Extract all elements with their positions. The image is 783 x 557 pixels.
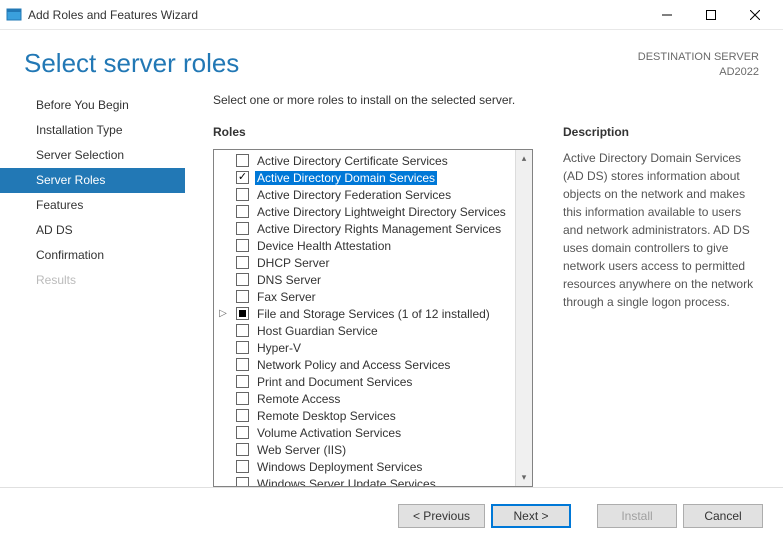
- role-row[interactable]: Remote Access: [216, 390, 515, 407]
- role-label: Volume Activation Services: [255, 426, 403, 440]
- role-row[interactable]: Volume Activation Services: [216, 424, 515, 441]
- role-checkbox[interactable]: [236, 324, 249, 337]
- role-row[interactable]: Web Server (IIS): [216, 441, 515, 458]
- scroll-up-icon[interactable]: ▴: [516, 150, 532, 167]
- role-label: Print and Document Services: [255, 375, 414, 389]
- role-label: Active Directory Certificate Services: [255, 154, 450, 168]
- role-row[interactable]: Active Directory Certificate Services: [216, 152, 515, 169]
- role-checkbox[interactable]: [236, 188, 249, 201]
- destination-server-block: DESTINATION SERVER AD2022: [638, 50, 759, 79]
- expand-icon[interactable]: ▷: [216, 308, 230, 319]
- role-label: Hyper-V: [255, 341, 303, 355]
- role-label: Remote Access: [255, 392, 342, 406]
- role-checkbox[interactable]: [236, 239, 249, 252]
- header: Select server roles DESTINATION SERVER A…: [0, 30, 783, 87]
- role-checkbox[interactable]: [236, 443, 249, 456]
- minimize-button[interactable]: [645, 0, 689, 30]
- role-row[interactable]: ▷ File and Storage Services (1 of 12 inst…: [216, 305, 515, 322]
- role-row[interactable]: DNS Server: [216, 271, 515, 288]
- role-row[interactable]: Active Directory Lightweight Directory S…: [216, 203, 515, 220]
- role-label: Windows Deployment Services: [255, 460, 424, 474]
- sidebar-item-features[interactable]: Features: [0, 193, 185, 218]
- role-checkbox[interactable]: [236, 290, 249, 303]
- role-row[interactable]: Remote Desktop Services: [216, 407, 515, 424]
- sidebar-item-confirmation[interactable]: Confirmation: [0, 243, 185, 268]
- wizard-sidebar: Before You BeginInstallation TypeServer …: [0, 87, 185, 487]
- role-row[interactable]: Windows Server Update Services: [216, 475, 515, 486]
- role-checkbox[interactable]: [236, 154, 249, 167]
- destination-label: DESTINATION SERVER: [638, 50, 759, 64]
- role-checkbox[interactable]: [236, 171, 249, 184]
- role-checkbox[interactable]: [236, 460, 249, 473]
- role-label: Network Policy and Access Services: [255, 358, 452, 372]
- description-text: Active Directory Domain Services (AD DS)…: [563, 149, 763, 311]
- role-row[interactable]: Active Directory Domain Services: [216, 169, 515, 186]
- role-label: Active Directory Domain Services: [255, 171, 437, 185]
- role-row[interactable]: Active Directory Rights Management Servi…: [216, 220, 515, 237]
- install-button[interactable]: Install: [597, 504, 677, 528]
- role-checkbox[interactable]: [236, 426, 249, 439]
- cancel-button[interactable]: Cancel: [683, 504, 763, 528]
- role-checkbox[interactable]: [236, 341, 249, 354]
- role-row[interactable]: DHCP Server: [216, 254, 515, 271]
- role-checkbox[interactable]: [236, 375, 249, 388]
- role-row[interactable]: Device Health Attestation: [216, 237, 515, 254]
- role-row[interactable]: Network Policy and Access Services: [216, 356, 515, 373]
- role-label: Host Guardian Service: [255, 324, 380, 338]
- role-label: Web Server (IIS): [255, 443, 348, 457]
- roles-label: Roles: [213, 125, 533, 139]
- roles-list[interactable]: Active Directory Certificate Services Act…: [214, 150, 515, 486]
- role-label: Device Health Attestation: [255, 239, 393, 253]
- role-row[interactable]: Fax Server: [216, 288, 515, 305]
- sidebar-item-installation-type[interactable]: Installation Type: [0, 118, 185, 143]
- role-label: Active Directory Lightweight Directory S…: [255, 205, 508, 219]
- sidebar-item-results: Results: [0, 268, 185, 293]
- role-label: DNS Server: [255, 273, 323, 287]
- scroll-down-icon[interactable]: ▾: [516, 469, 532, 486]
- maximize-button[interactable]: [689, 0, 733, 30]
- role-label: DHCP Server: [255, 256, 331, 270]
- titlebar: Add Roles and Features Wizard: [0, 0, 783, 30]
- roles-listbox: Active Directory Certificate Services Act…: [213, 149, 533, 487]
- role-label: Active Directory Rights Management Servi…: [255, 222, 503, 236]
- sidebar-item-before-you-begin[interactable]: Before You Begin: [0, 93, 185, 118]
- role-row[interactable]: Active Directory Federation Services: [216, 186, 515, 203]
- role-checkbox[interactable]: [236, 273, 249, 286]
- role-label: File and Storage Services (1 of 12 insta…: [255, 307, 492, 321]
- role-row[interactable]: Windows Deployment Services: [216, 458, 515, 475]
- sidebar-item-server-selection[interactable]: Server Selection: [0, 143, 185, 168]
- role-row[interactable]: Hyper-V: [216, 339, 515, 356]
- destination-value: AD2022: [638, 65, 759, 79]
- role-label: Active Directory Federation Services: [255, 188, 453, 202]
- description-label: Description: [563, 125, 763, 139]
- role-label: Windows Server Update Services: [255, 477, 438, 487]
- sidebar-item-ad-ds[interactable]: AD DS: [0, 218, 185, 243]
- role-row[interactable]: Print and Document Services: [216, 373, 515, 390]
- role-checkbox[interactable]: [236, 307, 249, 320]
- role-checkbox[interactable]: [236, 256, 249, 269]
- role-checkbox[interactable]: [236, 205, 249, 218]
- page-title: Select server roles: [24, 48, 239, 79]
- window-title: Add Roles and Features Wizard: [28, 8, 645, 22]
- next-button[interactable]: Next >: [491, 504, 571, 528]
- role-label: Fax Server: [255, 290, 318, 304]
- instruction-text: Select one or more roles to install on t…: [213, 93, 763, 107]
- role-checkbox[interactable]: [236, 477, 249, 486]
- scroll-thumb[interactable]: [516, 167, 532, 469]
- role-label: Remote Desktop Services: [255, 409, 398, 423]
- role-checkbox[interactable]: [236, 409, 249, 422]
- footer: < Previous Next > Install Cancel: [0, 487, 783, 543]
- previous-button[interactable]: < Previous: [398, 504, 485, 528]
- role-row[interactable]: Host Guardian Service: [216, 322, 515, 339]
- sidebar-item-server-roles[interactable]: Server Roles: [0, 168, 185, 193]
- role-checkbox[interactable]: [236, 358, 249, 371]
- scrollbar[interactable]: ▴ ▾: [515, 150, 532, 486]
- close-button[interactable]: [733, 0, 777, 30]
- role-checkbox[interactable]: [236, 392, 249, 405]
- role-checkbox[interactable]: [236, 222, 249, 235]
- app-icon: [6, 7, 22, 23]
